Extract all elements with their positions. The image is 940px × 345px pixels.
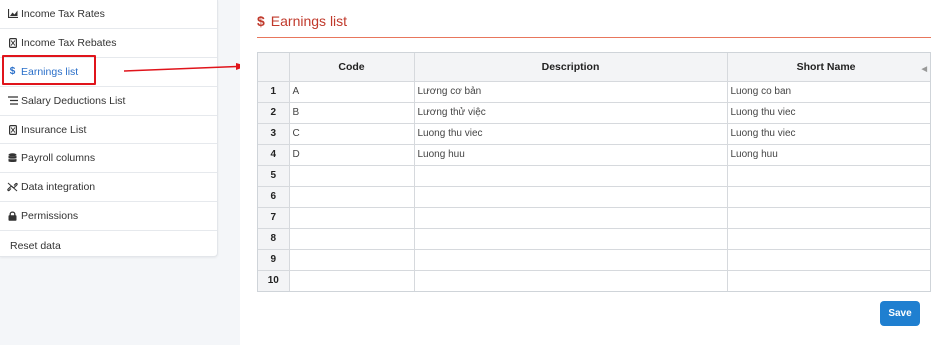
short-name-cell[interactable]: Luong co ban — [726, 80, 930, 103]
column-header-label: Short Name — [796, 60, 856, 73]
description-cell[interactable]: Luong huu — [413, 143, 728, 166]
short-name-cell[interactable]: Luong thu viec — [726, 101, 930, 124]
column-header-description[interactable]: Description — [413, 53, 728, 82]
table-row: 4 D Luong huu Luong huu — [258, 143, 930, 166]
table-row: 3 C Luong thu viec Luong thu viec — [258, 122, 930, 145]
row-number-cell: 1 — [258, 80, 290, 103]
description-cell[interactable] — [413, 248, 728, 271]
table-row: 5 — [258, 164, 930, 187]
sidebar-item-data-integration[interactable]: Data integration — [0, 173, 217, 203]
main-panel: $ Earnings list Code Description Short N… — [240, 0, 940, 345]
code-cell[interactable]: C — [288, 122, 415, 145]
calculator-icon — [7, 124, 18, 135]
calculator-icon — [7, 37, 18, 48]
code-cell[interactable]: A — [288, 80, 415, 103]
title-divider — [257, 37, 931, 38]
row-number-cell: 6 — [258, 185, 290, 208]
sidebar-item-label: Payroll columns — [21, 152, 96, 165]
sidebar-item-permissions[interactable]: Permissions — [0, 202, 217, 232]
sidebar-item-label: Earnings list — [21, 65, 79, 78]
sidebar-item-label: Reset data — [10, 239, 61, 252]
short-name-cell[interactable] — [726, 206, 930, 229]
code-cell[interactable]: B — [288, 101, 415, 124]
lock-icon — [7, 211, 18, 221]
collapse-caret-icon[interactable]: ◀ — [922, 65, 927, 73]
table-header-row: Code Description Short Name ◀ — [258, 53, 930, 82]
list-icon — [7, 96, 18, 105]
sidebar-item-label: Data integration — [21, 181, 96, 194]
short-name-cell[interactable] — [726, 164, 930, 187]
row-number-cell: 9 — [258, 248, 290, 271]
corner-header[interactable] — [258, 53, 290, 82]
table-row: 9 — [258, 248, 930, 271]
column-header-code[interactable]: Code — [288, 53, 415, 82]
code-cell[interactable] — [288, 206, 415, 229]
sidebar-item-salary-deductions-list[interactable]: Salary Deductions List — [0, 87, 217, 116]
code-cell[interactable]: D — [288, 143, 415, 166]
description-cell[interactable] — [413, 164, 728, 187]
sidebar-item-income-tax-rebates[interactable]: Income Tax Rebates — [0, 29, 217, 58]
earnings-table: Code Description Short Name ◀ 1 A Lương cơ … — [258, 53, 930, 291]
dollar-icon: $ — [257, 13, 265, 29]
row-number-cell: 3 — [258, 122, 290, 145]
code-cell[interactable] — [288, 248, 415, 271]
sidebar-item-label: Permissions — [21, 210, 79, 223]
description-cell[interactable] — [413, 185, 728, 208]
table-row: 6 — [258, 185, 930, 208]
sidebar-item-label: Income Tax Rates — [21, 7, 105, 20]
row-number-cell: 8 — [258, 227, 290, 250]
description-cell[interactable] — [413, 227, 728, 250]
column-header-short-name[interactable]: Short Name ◀ — [726, 53, 930, 82]
short-name-cell[interactable] — [726, 269, 930, 291]
row-number-cell: 7 — [258, 206, 290, 229]
table-row: 2 B Lương thử việc Luong thu viec — [258, 101, 930, 124]
page-title: $ Earnings list — [257, 13, 347, 29]
short-name-cell[interactable] — [726, 227, 930, 250]
dollar-icon: $ — [9, 66, 16, 78]
sidebar-item-label: Salary Deductions List — [21, 94, 126, 107]
table-row: 10 — [258, 269, 930, 291]
sidebar-item-label: Insurance List — [21, 123, 87, 136]
description-cell[interactable] — [413, 206, 728, 229]
sidebar-item-label: Income Tax Rebates — [21, 36, 117, 49]
table-row: 7 — [258, 206, 930, 229]
row-number-cell: 2 — [258, 101, 290, 124]
short-name-cell[interactable] — [726, 248, 930, 271]
sidebar-item-income-tax-rates[interactable]: Income Tax Rates — [0, 0, 217, 29]
sidebar-item-reset-data[interactable]: Reset data — [0, 231, 217, 260]
short-name-cell[interactable] — [726, 185, 930, 208]
earnings-grid: Code Description Short Name ◀ 1 A Lương cơ … — [257, 52, 931, 292]
description-cell[interactable] — [413, 269, 728, 291]
description-cell[interactable]: Lương thử việc — [413, 101, 728, 124]
code-cell[interactable] — [288, 164, 415, 187]
save-button[interactable]: Save — [880, 301, 920, 326]
description-cell[interactable]: Luong thu viec — [413, 122, 728, 145]
database-icon — [7, 153, 18, 163]
code-cell[interactable] — [288, 269, 415, 291]
pointer-arrow — [124, 63, 247, 72]
sidebar-item-payroll-columns[interactable]: Payroll columns — [0, 144, 217, 174]
table-row: 8 — [258, 227, 930, 250]
page-title-text: Earnings list — [270, 13, 348, 29]
row-number-cell: 5 — [258, 164, 290, 187]
code-cell[interactable] — [288, 227, 415, 250]
code-cell[interactable] — [288, 185, 415, 208]
table-row: 1 A Lương cơ bản Luong co ban — [258, 80, 930, 103]
short-name-cell[interactable]: Luong huu — [726, 143, 930, 166]
chart-icon — [7, 9, 18, 19]
link-icon — [7, 182, 18, 192]
sidebar-item-insurance-list[interactable]: Insurance List — [0, 116, 217, 145]
description-cell[interactable]: Lương cơ bản — [413, 80, 728, 103]
settings-sidebar: Income Tax Rates Income Tax Rebates $ Ea… — [0, 0, 218, 257]
row-number-cell: 10 — [258, 269, 290, 291]
short-name-cell[interactable]: Luong thu viec — [726, 122, 930, 145]
row-number-cell: 4 — [258, 143, 290, 166]
